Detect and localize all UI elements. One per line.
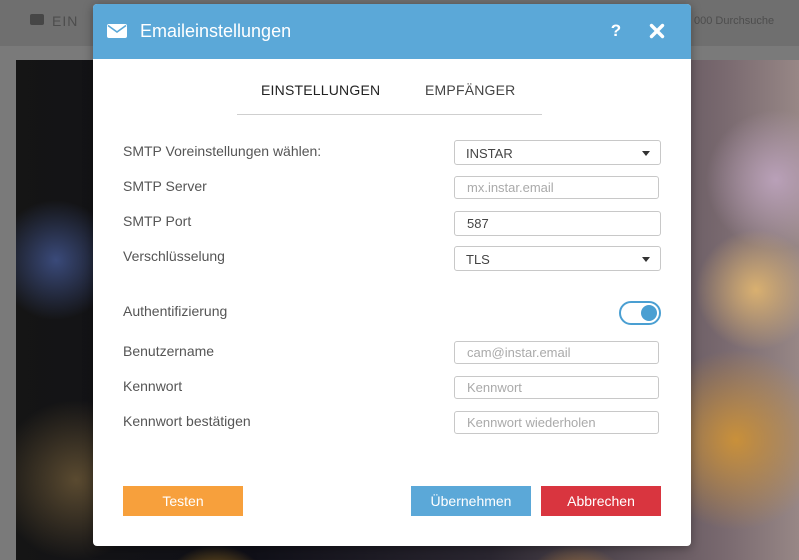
dialog-title: Emaileinstellungen [140, 21, 292, 41]
smtp-preset-value: INSTAR [466, 146, 513, 161]
toggle-knob [641, 305, 657, 321]
password-input[interactable] [454, 376, 659, 399]
encryption-select[interactable]: TLS [454, 246, 661, 271]
background-title: EIN [52, 13, 79, 29]
settings-tabs: EINSTELLUNGEN EMPFÄNGER [237, 66, 542, 115]
authentication-toggle[interactable] [619, 301, 661, 325]
envelope-icon [107, 24, 127, 38]
authentication-label: Authentifizierung [123, 303, 228, 319]
background-search-text: 000 Durchsuche [694, 15, 775, 27]
test-button[interactable]: Testen [123, 486, 243, 516]
chevron-down-icon [642, 257, 650, 262]
smtp-preset-label: SMTP Voreinstellungen wählen: [123, 143, 322, 159]
smtp-server-label: SMTP Server [123, 178, 207, 194]
smtp-server-input[interactable] [454, 176, 659, 199]
smtp-port-input[interactable] [454, 211, 661, 236]
username-input[interactable] [454, 341, 659, 364]
camera-icon [30, 14, 44, 25]
password-confirm-input[interactable] [454, 411, 659, 434]
tab-einstellungen[interactable]: EINSTELLUNGEN [261, 82, 380, 98]
question-icon[interactable]: ? [609, 21, 623, 41]
tab-empfaenger[interactable]: EMPFÄNGER [425, 82, 515, 98]
email-settings-dialog: Emaileinstellungen ? EINSTELLUNGEN EMPFÄ… [93, 4, 691, 546]
cancel-button[interactable]: Abbrechen [541, 486, 661, 516]
encryption-label: Verschlüsselung [123, 248, 225, 264]
smtp-preset-select[interactable]: INSTAR [454, 140, 661, 165]
close-icon[interactable] [649, 23, 665, 39]
password-label: Kennwort [123, 378, 183, 394]
username-label: Benutzername [123, 343, 215, 359]
chevron-down-icon [642, 151, 650, 156]
dialog-header: Emaileinstellungen ? [93, 4, 691, 59]
password-confirm-label: Kennwort bestätigen [123, 413, 251, 429]
encryption-value: TLS [466, 252, 490, 267]
smtp-port-label: SMTP Port [123, 213, 192, 229]
apply-button[interactable]: Übernehmen [411, 486, 531, 516]
